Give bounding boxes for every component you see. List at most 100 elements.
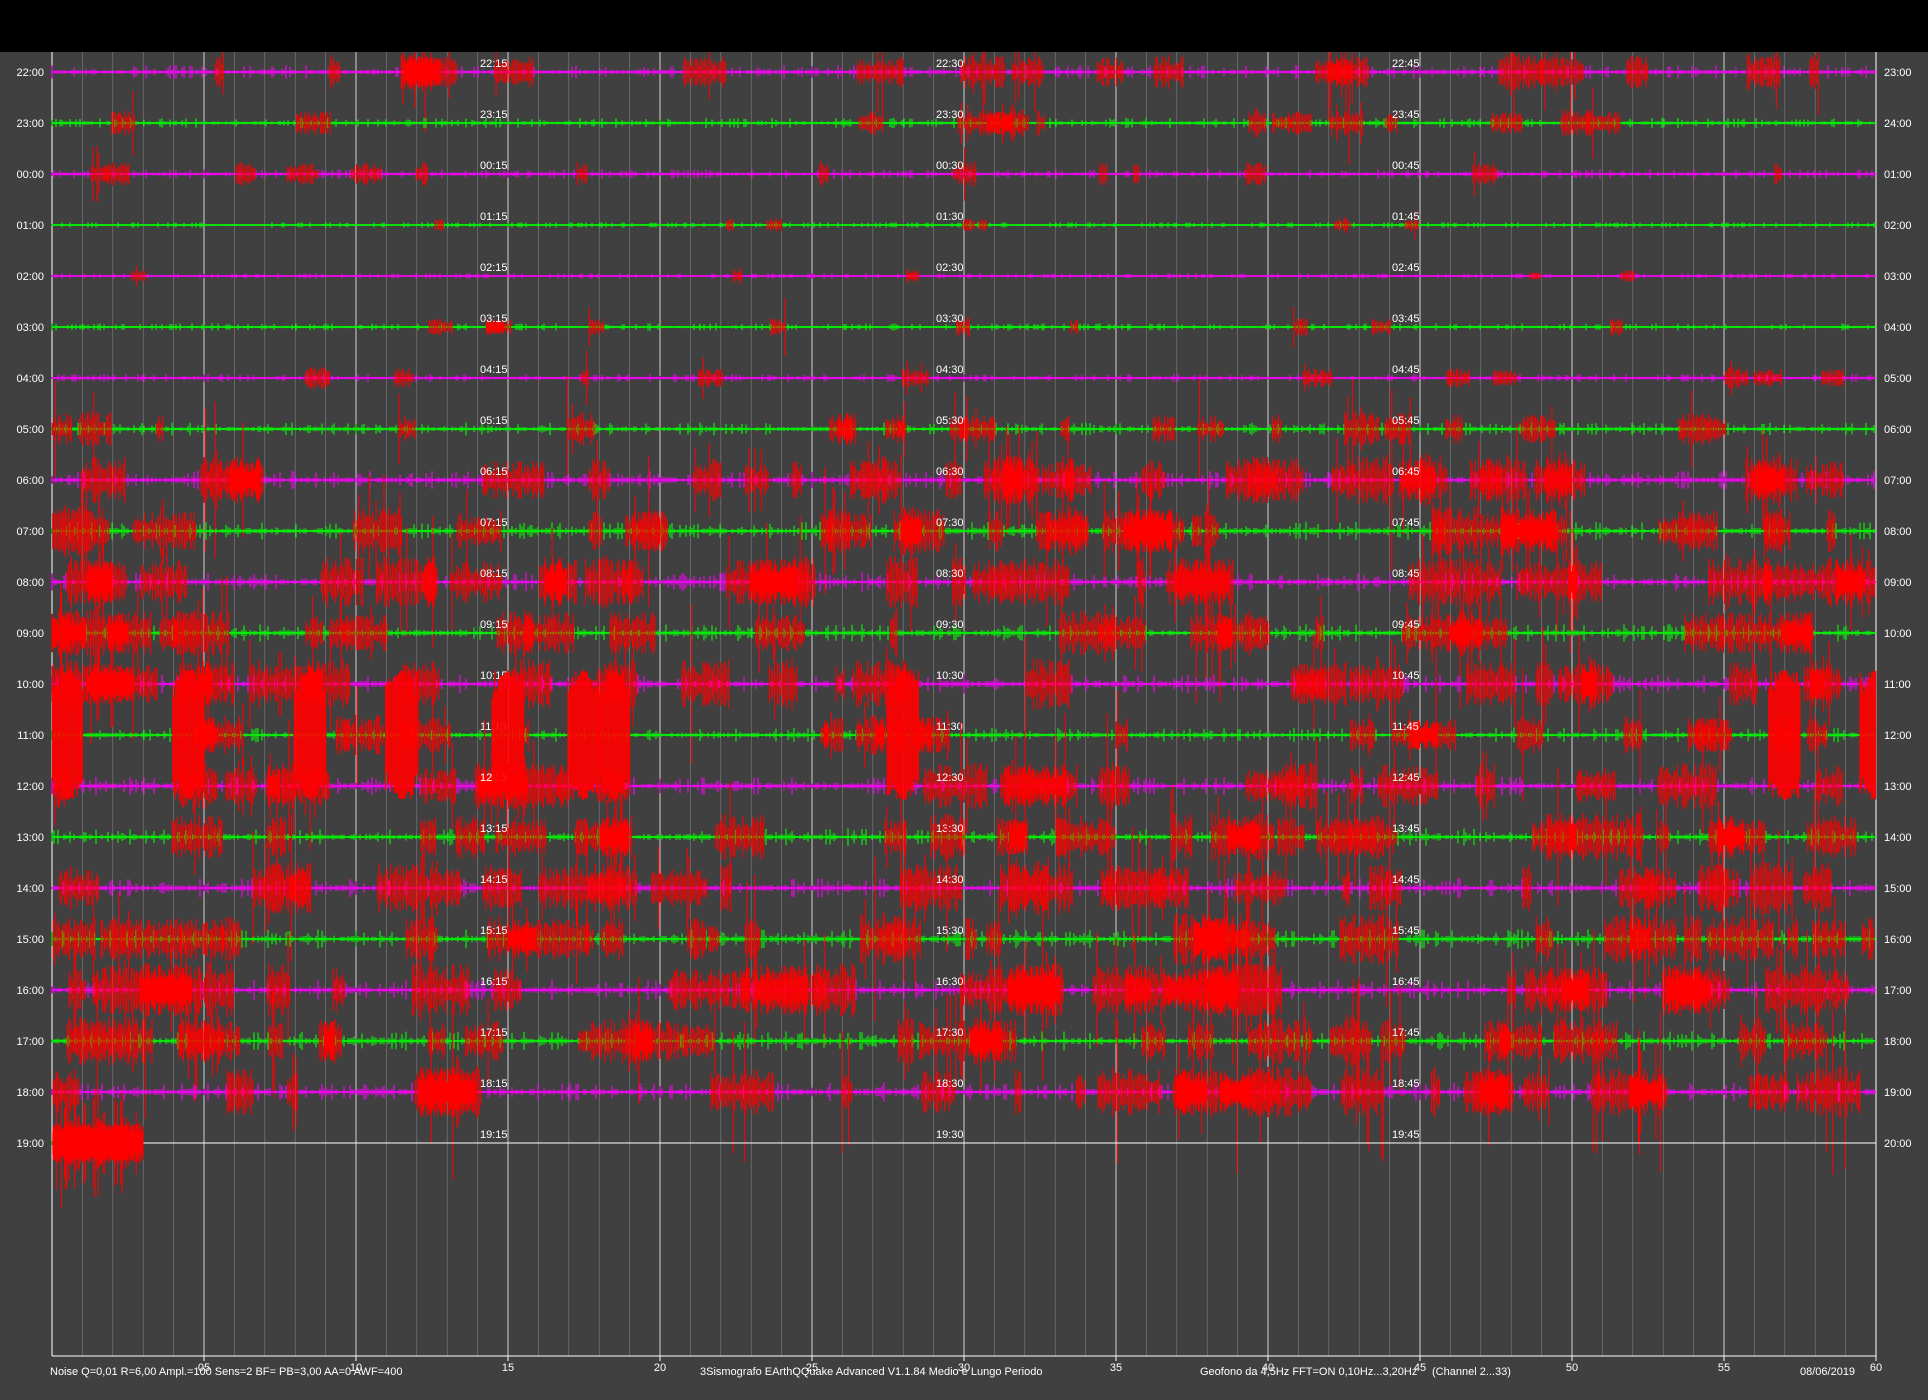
row-quarter-label: 17:15 (480, 1027, 508, 1039)
row-quarter-label: 23:45 (1392, 109, 1420, 121)
row-quarter-label: 15:30 (936, 925, 964, 937)
helicorder-plot-area: 05 10 15 20 25 30 35 40 45 50 55 60 22:00 23:00 22:15 2… (0, 52, 1928, 1400)
row-hour-label-right: 01:00 (1884, 169, 1912, 181)
status-footer: Noise Q=0,01 R=6,00 Ampl.=100 Sens=2 BF=… (0, 1366, 1928, 1390)
row-quarter-label: 00:30 (936, 160, 964, 172)
row-quarter-label: 02:45 (1392, 262, 1420, 274)
row-hour-label-right: 06:00 (1884, 424, 1912, 436)
row-hour-label-right: 04:00 (1884, 322, 1912, 334)
row-quarter-label: 14:30 (936, 874, 964, 886)
row-quarter-label: 10:30 (936, 670, 964, 682)
row-quarter-label: 02:15 (480, 262, 508, 274)
row-quarter-label: 14:15 (480, 874, 508, 886)
row-quarter-label: 22:30 (936, 58, 964, 70)
row-quarter-label: 18:45 (1392, 1078, 1420, 1090)
row-quarter-label: 06:30 (936, 466, 964, 478)
row-quarter-label: 06:15 (480, 466, 508, 478)
row-hour-label-right: 14:00 (1884, 832, 1912, 844)
row-hour-label-right: 13:00 (1884, 781, 1912, 793)
row-hour-label-left: 13:00 (16, 832, 44, 844)
row-hour-label-left: 18:00 (16, 1087, 44, 1099)
row-hour-label-right: 11:00 (1884, 679, 1911, 691)
footer-date: 08/06/2019 (1800, 1366, 1856, 1378)
row-quarter-label: 05:45 (1392, 415, 1420, 427)
footer-app-title: 3Sismografo EArthQQuake Advanced V1.1.84… (700, 1366, 1043, 1378)
row-hour-label-right: 09:00 (1884, 577, 1912, 589)
row-hour-label-right: 03:00 (1884, 271, 1912, 283)
row-hour-label-left: 08:00 (16, 577, 44, 589)
row-hour-label-left: 03:00 (16, 322, 44, 334)
row-quarter-label: 16:45 (1392, 976, 1420, 988)
row-hour-label-left: 19:00 (16, 1138, 44, 1150)
row-quarter-label: 03:30 (936, 313, 964, 325)
row-hour-label-left: 04:00 (16, 373, 44, 385)
row-quarter-label: 08:45 (1392, 568, 1420, 580)
row-hour-label-right: 23:00 (1884, 67, 1912, 79)
row-hour-label-right: 10:00 (1884, 628, 1912, 640)
row-quarter-label: 12:30 (936, 772, 964, 784)
row-quarter-label: 05:15 (480, 415, 508, 427)
row-quarter-label: 11:45 (1392, 721, 1419, 733)
row-hour-label-left: 09:00 (16, 628, 44, 640)
row-hour-label-right: 12:00 (1884, 730, 1912, 742)
row-hour-label-right: 17:00 (1884, 985, 1912, 997)
footer-channel-info: (Channel 2...33) (1432, 1366, 1511, 1378)
row-hour-label-left: 22:00 (16, 67, 44, 79)
row-hour-label-left: 07:00 (16, 526, 44, 538)
row-quarter-label: 03:15 (480, 313, 508, 325)
row-hour-label-right: 18:00 (1884, 1036, 1912, 1048)
row-hour-label-left: 14:00 (16, 883, 44, 895)
row-hour-label-left: 10:00 (16, 679, 44, 691)
row-hour-label-left: 00:00 (16, 169, 44, 181)
row-quarter-label: 09:30 (936, 619, 964, 631)
row-quarter-label: 05:30 (936, 415, 964, 427)
row-quarter-label: 22:45 (1392, 58, 1420, 70)
top-bar (0, 0, 1928, 52)
row-quarter-label: 18:15 (480, 1078, 508, 1090)
row-quarter-label: 18:30 (936, 1078, 964, 1090)
row-quarter-label: 08:30 (936, 568, 964, 580)
row-quarter-label: 12:45 (1392, 772, 1420, 784)
row-quarter-label: 06:45 (1392, 466, 1420, 478)
row-quarter-label: 01:15 (480, 211, 508, 223)
row-hour-label-left: 16:00 (16, 985, 44, 997)
row-quarter-label: 23:15 (480, 109, 508, 121)
row-quarter-label: 19:45 (1392, 1129, 1420, 1141)
row-hour-label-left: 23:00 (16, 118, 44, 130)
row-quarter-label: 07:15 (480, 517, 508, 529)
row-hour-label-left: 06:00 (16, 475, 44, 487)
row-hour-label-right: 02:00 (1884, 220, 1912, 232)
event-waveform (52, 1078, 144, 1208)
row-quarter-label: 07:30 (936, 517, 964, 529)
row-quarter-label: 17:30 (936, 1027, 964, 1039)
row-quarter-label: 07:45 (1392, 517, 1420, 529)
row-quarter-label: 15:15 (480, 925, 508, 937)
row-hour-label-right: 15:00 (1884, 883, 1912, 895)
row-quarter-label: 09:45 (1392, 619, 1420, 631)
row-hour-label-right: 07:00 (1884, 475, 1912, 487)
row-hour-label-left: 11:00 (17, 730, 44, 742)
row-quarter-label: 13:15 (480, 823, 508, 835)
row-hour-label-right: 16:00 (1884, 934, 1912, 946)
row-quarter-label: 09:15 (480, 619, 508, 631)
row-quarter-label: 16:30 (936, 976, 964, 988)
row-quarter-label: 04:30 (936, 364, 964, 376)
row-quarter-label: 23:30 (936, 109, 964, 121)
row-hour-label-left: 05:00 (16, 424, 44, 436)
row-quarter-label: 03:45 (1392, 313, 1420, 325)
row-hour-label-left: 01:00 (16, 220, 44, 232)
row-hour-label-right: 24:00 (1884, 118, 1912, 130)
row-quarter-label: 15:45 (1392, 925, 1420, 937)
row-hour-label-left: 15:00 (16, 934, 44, 946)
row-hour-label-left: 17:00 (16, 1036, 44, 1048)
row-hour-label-right: 20:00 (1884, 1138, 1912, 1150)
row-quarter-label: 00:45 (1392, 160, 1420, 172)
row-quarter-label: 19:15 (480, 1129, 508, 1141)
row-quarter-label: 08:15 (480, 568, 508, 580)
row-hour-label-right: 05:00 (1884, 373, 1912, 385)
row-quarter-label: 04:15 (480, 364, 508, 376)
footer-noise-params: Noise Q=0,01 R=6,00 Ampl.=100 Sens=2 BF=… (50, 1366, 403, 1378)
row-quarter-label: 22:15 (480, 58, 508, 70)
row-quarter-label: 01:45 (1392, 211, 1420, 223)
row-quarter-label: 11:30 (936, 721, 963, 733)
